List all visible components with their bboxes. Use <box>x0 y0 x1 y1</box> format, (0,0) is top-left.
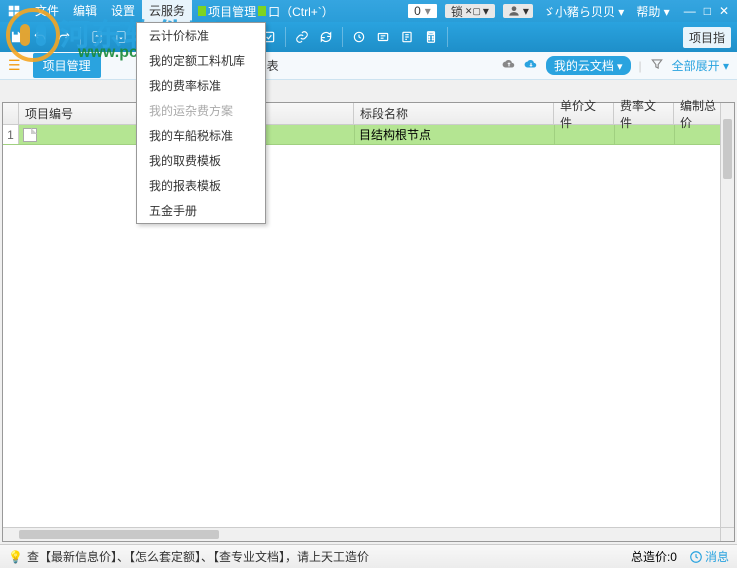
dd-my-vehicle-tax[interactable]: 我的车船税标准 <box>137 123 265 148</box>
page-down-icon[interactable] <box>111 27 131 47</box>
user-dropdown-icon[interactable]: ▾ <box>503 4 533 18</box>
title-marker-icon <box>198 6 206 16</box>
cloud-service-dropdown: 云计价标准 我的定额工料机库 我的费率标准 我的运杂费方案 我的车船税标准 我的… <box>136 22 266 224</box>
cell-rate-file[interactable] <box>614 125 674 144</box>
tool-icon-1[interactable] <box>349 27 369 47</box>
file-icon <box>23 128 37 142</box>
status-bar: 💡 查【最新信息价】、【怎么套定额】、【查专业文档】，请上天工造价 总造价:0 … <box>0 544 737 568</box>
link-icon[interactable] <box>292 27 312 47</box>
dd-my-report-template[interactable]: 我的报表模板 <box>137 173 265 198</box>
lock-button[interactable]: 锁✕▢▾ <box>445 4 495 18</box>
cell-segment-name[interactable]: 目结构根节点 <box>354 125 554 144</box>
vertical-scrollbar[interactable] <box>720 103 734 527</box>
total-price-label: 总造价:0 <box>631 548 677 565</box>
title-marker-icon <box>258 6 266 16</box>
dd-cloud-pricing[interactable]: 云计价标准 <box>137 23 265 48</box>
counter-badge[interactable]: 0▾ <box>408 4 437 18</box>
status-tip[interactable]: 查【最新信息价】、【怎么套定额】、【查专业文档】，请上天工造价 <box>27 548 369 565</box>
minimize-button[interactable]: — <box>684 4 696 18</box>
data-grid: 项目编号 标段名称 单价文件 费率文件 编制总价 1 目结构根节点 0 <box>2 102 735 542</box>
title-bar: 文件 编辑 设置 云服务 项目管理 口（Ctrl+`） 0▾ 锁✕▢▾ ▾ ゞ小… <box>0 0 737 22</box>
bulb-icon: 💡 <box>8 550 23 564</box>
dd-my-rate-std[interactable]: 我的费率标准 <box>137 73 265 98</box>
tab-project-manage[interactable]: 项目管理 <box>33 53 101 78</box>
scroll-corner <box>720 527 734 541</box>
header-rate-file[interactable]: 费率文件 <box>614 103 674 124</box>
cell-price-file[interactable] <box>554 125 614 144</box>
header-price-file[interactable]: 单价文件 <box>554 103 614 124</box>
table-row[interactable]: 1 目结构根节点 0 <box>3 125 734 145</box>
header-segment-name[interactable]: 标段名称 <box>354 103 554 124</box>
tool-icon-3[interactable] <box>397 27 417 47</box>
grid-header: 项目编号 标段名称 单价文件 费率文件 编制总价 <box>3 103 734 125</box>
help-menu[interactable]: 帮助 ▾ <box>636 3 669 20</box>
my-cloud-doc-button[interactable]: 我的云文档 ▾ <box>546 56 631 75</box>
menu-edit[interactable]: 编辑 <box>66 0 104 22</box>
title-text-prefix: 项目管理 <box>208 3 256 20</box>
cloud-down-icon[interactable] <box>524 57 538 74</box>
tool-icon-2[interactable] <box>373 27 393 47</box>
redo-icon[interactable] <box>54 27 74 47</box>
filter-icon[interactable] <box>650 57 664 74</box>
dd-hardware-manual[interactable]: 五金手册 <box>137 198 265 223</box>
dd-my-quota-lib[interactable]: 我的定额工料机库 <box>137 48 265 73</box>
expand-all-button[interactable]: 全部展开 ▾ <box>672 57 729 74</box>
calculator-icon[interactable] <box>421 27 441 47</box>
close-button[interactable]: ✕ <box>719 4 729 18</box>
window-title: 项目管理 口（Ctrl+`） <box>198 3 334 20</box>
ribbon-toolbar: 计算 项目指 <box>0 22 737 52</box>
page-up-icon[interactable] <box>87 27 107 47</box>
secondary-toolbar: ☰ 项目管理 目报表 我的云文档 ▾ | 全部展开 ▾ <box>0 52 737 80</box>
dd-my-transport-fee: 我的运杂费方案 <box>137 98 265 123</box>
list-icon[interactable]: ☰ <box>8 57 21 74</box>
undo-icon[interactable] <box>30 27 50 47</box>
cloud-up-icon[interactable] <box>502 57 516 74</box>
header-spacer <box>264 103 354 124</box>
app-icon <box>4 1 24 21</box>
username-label[interactable]: ゞ小豬ら贝贝 ▾ <box>543 3 624 20</box>
message-button[interactable]: 消息 <box>689 548 729 565</box>
dd-my-fee-template[interactable]: 我的取费模板 <box>137 148 265 173</box>
title-text-suffix: 口（Ctrl+`） <box>268 3 334 20</box>
save-icon[interactable] <box>6 27 26 47</box>
maximize-button[interactable]: □ <box>704 4 711 18</box>
menu-settings[interactable]: 设置 <box>104 0 142 22</box>
header-row-num <box>3 103 19 124</box>
refresh-icon[interactable] <box>316 27 336 47</box>
row-number: 1 <box>3 125 19 144</box>
project-indicator-button[interactable]: 项目指 <box>683 27 731 48</box>
menu-cloud-service[interactable]: 云服务 <box>142 0 192 22</box>
menu-file[interactable]: 文件 <box>28 0 66 22</box>
horizontal-scrollbar[interactable] <box>3 527 720 541</box>
